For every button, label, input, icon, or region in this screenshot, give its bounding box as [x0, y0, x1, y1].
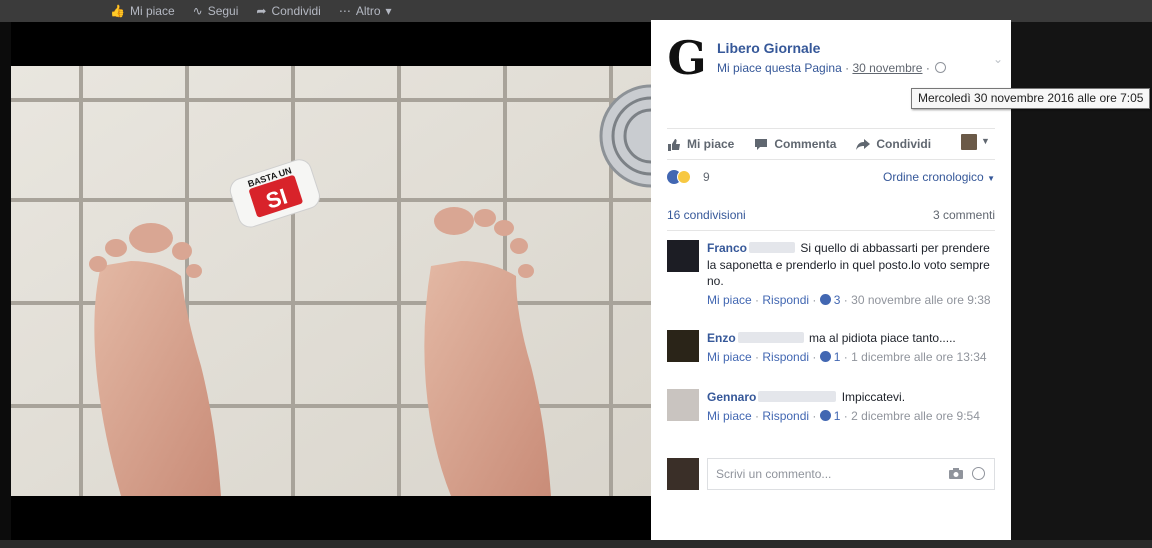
comment-reply-link[interactable]: Rispondi	[762, 293, 809, 307]
comment-text: ma al pidiota piace tanto.....	[809, 331, 956, 345]
chevron-down-icon: ▾	[385, 4, 392, 18]
thumbs-up-icon	[668, 138, 680, 151]
like-button-label: Mi piace	[687, 137, 735, 151]
caret-down-icon: ▼	[987, 174, 995, 183]
post-date-link[interactable]: 30 novembre	[852, 61, 922, 75]
comment-meta: Mi piace · Rispondi · 1 · 1 dicembre all…	[707, 349, 987, 364]
toolbar-more-button[interactable]: ⋯ Altro ▾	[339, 4, 392, 18]
comment-body: Enzo ma al pidiota piace tanto..... Mi p…	[707, 330, 995, 366]
actor-selector-avatar[interactable]	[961, 134, 977, 150]
post-meta: Mi piace questa Pagina · 30 novembre ·	[717, 61, 947, 75]
comment-like-link[interactable]: Mi piace	[707, 350, 752, 364]
toolbar-share-label: Condividi	[271, 4, 321, 18]
post-header: G Libero Giornale Mi piace questa Pagina…	[667, 34, 1003, 84]
meta-separator-2: ·	[925, 61, 930, 75]
toolbar-like-button[interactable]: 👍 Mi piace	[110, 4, 175, 18]
comment-bubble-icon	[755, 138, 768, 150]
redacted-surname	[749, 242, 796, 253]
date-tooltip: Mercoledì 30 novembre 2016 alle ore 7:05	[911, 88, 1151, 109]
like-count-icon	[819, 409, 831, 421]
share-arrow-icon: ➦	[256, 4, 267, 18]
rss-icon: ∿	[192, 4, 203, 18]
toolbar-more-label: Altro	[355, 4, 381, 18]
comment-like-count[interactable]: 1	[834, 350, 841, 364]
comment-timestamp[interactable]: 30 novembre alle ore 9:38	[851, 293, 990, 307]
commenter-avatar[interactable]	[667, 330, 699, 362]
page-bottom-strip	[0, 540, 1152, 548]
comment-like-count[interactable]: 3	[834, 293, 841, 307]
toolbar-share-button[interactable]: ➦ Condividi	[256, 4, 320, 18]
share-button-label: Condividi	[876, 137, 932, 151]
haha-reaction-icon[interactable]	[677, 170, 691, 184]
toolbar-follow-label: Segui	[207, 4, 239, 18]
post-options-chevron-icon[interactable]: ⌄	[993, 52, 1007, 66]
comment-button-label: Commenta	[774, 137, 837, 151]
camera-icon[interactable]	[949, 468, 963, 479]
comment-author[interactable]: Franco	[707, 241, 747, 255]
toolbar-like-label: Mi piace	[129, 4, 175, 18]
redacted-surname	[737, 332, 804, 343]
comment-timestamp[interactable]: 2 dicembre alle ore 9:54	[851, 409, 980, 423]
comment-order-label: Ordine cronologico	[883, 170, 984, 184]
reactions-count[interactable]: 9	[703, 170, 710, 184]
commenter-avatar[interactable]	[667, 240, 699, 272]
comment-author[interactable]: Gennaro	[707, 390, 756, 404]
comment-like-link[interactable]: Mi piace	[707, 409, 752, 423]
comment-reply-link[interactable]: Rispondi	[762, 350, 809, 364]
comment-composer	[667, 456, 995, 490]
lightbox-backdrop[interactable]	[0, 22, 11, 548]
more-dots-icon: ⋯	[338, 4, 351, 18]
actor-selector-caret-icon[interactable]: ▼	[981, 136, 990, 146]
comment-like-link[interactable]: Mi piace	[707, 293, 752, 307]
emoji-smile-icon[interactable]	[972, 467, 985, 480]
redacted-surname	[758, 391, 837, 402]
comment-body: Franco Si quello di abbassarti per prend…	[707, 240, 995, 309]
comment-timestamp[interactable]: 1 dicembre alle ore 13:34	[851, 350, 986, 364]
like-count-icon	[819, 350, 831, 362]
meta-separator: ·	[845, 61, 850, 75]
comment-like-count[interactable]: 1	[834, 409, 841, 423]
thumbs-up-icon: 👍	[110, 4, 125, 18]
comment-text: Impiccatevi.	[841, 390, 906, 404]
like-button[interactable]: Mi piace	[667, 137, 734, 151]
shares-count-link[interactable]: 16 condivisioni	[667, 208, 746, 222]
comment-meta: Mi piace · Rispondi · 3 · 30 novembre al…	[707, 292, 991, 307]
like-count-icon	[819, 293, 831, 305]
comment-meta: Mi piace · Rispondi · 1 · 2 dicembre all…	[707, 408, 980, 423]
comment-reply-link[interactable]: Rispondi	[762, 409, 809, 423]
globe-icon	[935, 62, 947, 73]
toolbar-follow-button[interactable]: ∿ Segui	[193, 4, 239, 18]
page-toolbar: 👍 Mi piace ∿ Segui ➦ Condividi ⋯ Altro ▾	[0, 0, 1152, 22]
comment-button[interactable]: Commenta	[754, 137, 836, 151]
share-button[interactable]: Condividi	[856, 137, 931, 151]
post-photo[interactable]: BASTA UN SI	[11, 66, 651, 496]
commenter-avatar[interactable]	[667, 389, 699, 421]
comment-author[interactable]: Enzo	[707, 331, 736, 345]
share-arrow-icon	[856, 138, 871, 150]
comments-count[interactable]: 3 commenti	[933, 208, 995, 222]
reactions-row: 9 Ordine cronologico ▼	[667, 168, 995, 188]
post-action-bar: Mi piace Commenta Condividi ▼	[667, 128, 995, 160]
current-user-avatar[interactable]	[667, 458, 699, 490]
shower-photo: BASTA UN SI	[11, 66, 651, 496]
page-like-link[interactable]: Mi piace questa Pagina	[717, 61, 842, 75]
comment-body: Gennaro Impiccatevi. Mi piace · Rispondi…	[707, 389, 995, 425]
page-avatar[interactable]: G	[667, 35, 707, 81]
photo-stage[interactable]: BASTA UN SI	[11, 22, 651, 540]
stats-row: 16 condivisioni 3 commenti	[667, 206, 995, 231]
page-name-link[interactable]: Libero Giornale	[717, 40, 820, 56]
comment-order-select[interactable]: Ordine cronologico ▼	[883, 170, 995, 184]
